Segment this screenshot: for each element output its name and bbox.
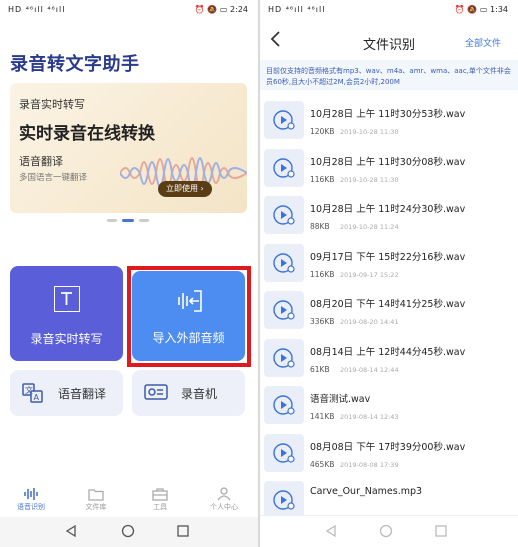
nav-back-icon[interactable] [64,524,78,538]
file-size: 465KB [310,459,335,469]
audio-file-icon [264,433,304,472]
audio-file-icon [264,243,304,282]
file-size: 141KB [310,412,335,421]
file-name: 10月28日 上午 11时24分30秒.wav [310,204,466,215]
recorder-tile[interactable]: 录音机 [132,370,245,416]
tab-label: 语音识别 [17,503,45,511]
home-screen: HD ⁴⁶ıll ⁴⁶ıll ⏰ 🔕 ▭ 2:24 录音转文字助手 录音实时转写… [0,0,258,547]
status-bar: HD ⁴⁶ıll ⁴⁶ıll ⏰ 🔕 ▭ 2:24 [0,0,258,22]
bottom-tab-bar: 语音识别 文件库 工具 个人中心 [0,484,258,520]
all-files-link[interactable]: 全部文件 [465,36,501,49]
file-recognition-screen: HD ⁴⁶ıll ⁴⁶ıll ⏰ 🔕 ▭ 1:34 文件识别 全部文件 目前仅支… [260,0,518,547]
file-date: 2019-10-28 11:24 [340,223,399,231]
banner-line3: 语音翻译 [19,155,63,168]
file-date: 2019-10-28 11:30 [340,175,399,184]
file-size: 61KB [310,364,330,374]
use-now-button[interactable]: 立即使用 › [158,181,212,197]
file-date: 2019-08-20 14:41 [340,318,399,326]
carousel-dot-active [122,219,134,222]
audio-file-icon [264,386,304,424]
tab-tools[interactable]: 工具 [135,484,185,512]
status-icons: ⏰ 🔕 ▭ [454,5,488,14]
nav-recents-icon[interactable] [176,524,190,538]
nav-back-icon[interactable] [324,524,338,538]
file-row[interactable]: 08月14日 上午 12时44分45秒.wav 61KB 2019-08-14 12… [260,334,518,382]
nav-home-icon[interactable] [379,524,393,538]
promo-banner[interactable]: 录音实时转写 实时录音在线转换 语音翻译 多国语言一键翻译 立即使用 › [10,83,247,213]
format-notice: 目前仅支持的音频格式有mp3、wav、m4a、amr、wma、aac,单个文件非… [260,60,518,90]
file-row[interactable]: 10月28日 上午 11时24分30秒.wav 88KB 2019-10-28 11… [260,191,518,239]
voice-translate-label: 语音翻译 [58,387,107,401]
voice-translate-tile[interactable]: 文 A 语音翻译 [10,370,123,416]
file-size: 88KB [310,222,330,231]
nav-home-icon[interactable] [121,524,135,538]
svg-text:A: A [34,393,40,402]
realtime-transcribe-tile[interactable]: 录音实时转写 [10,266,123,361]
file-name: 09月17日 下午 15时22分16秒.wav [310,251,466,263]
carousel-dots [107,219,151,223]
header-bar: 文件识别 全部文件 [260,22,518,60]
file-size: 120KB [310,127,335,136]
file-row[interactable]: 10月28日 上午 11时30分53秒.wav 120KB 2019-10-28 1… [260,96,518,144]
nav-recents-icon[interactable] [434,524,448,538]
audio-file-icon [264,196,304,234]
audio-file-icon [264,148,304,187]
tab-voice-recognition[interactable]: 语音识别 [6,484,56,512]
file-date: 2019-08-14 12:43 [340,413,399,421]
audio-file-icon [264,291,304,329]
file-row[interactable]: 08月08日 下午 17时39分00秒.wav 465KB 2019-08-08 1… [260,429,518,477]
tab-label: 文件库 [85,503,107,511]
audio-file-icon [264,338,304,377]
status-bar: HD ⁴⁶ıll ⁴⁶ıll ⏰ 🔕 ▭ 1:34 [260,0,518,22]
status-time: 2:24 [230,5,248,14]
tab-label: 个人中心 [210,503,238,511]
signal-icons: HD ⁴⁶ıll ⁴⁶ıll [268,5,326,14]
file-size: 116KB [310,269,335,279]
system-nav-bar [260,515,518,547]
toolbox-icon [152,488,168,501]
signal-icons: HD ⁴⁶ıll ⁴⁶ıll [8,5,66,14]
file-date: 2019-08-14 12:44 [340,365,399,374]
recorder-label: 录音机 [181,387,218,401]
svg-text:文: 文 [25,385,33,395]
file-name: 08月20日 下午 14时41分25秒.wav [310,299,466,310]
file-name: 语音测试.wav [310,394,371,405]
audio-file-icon [264,481,304,519]
carousel-dot [107,219,117,222]
status-time: 1:34 [490,5,508,14]
banner-line4: 多国语言一键翻译 [19,173,88,183]
banner-headline: 实时录音在线转换 [19,124,155,144]
file-name: 10月28日 上午 11时30分08秒.wav [310,156,466,168]
carousel-dot [139,219,149,222]
file-size: 336KB [310,317,335,326]
system-nav-bar [0,517,258,547]
file-name: 08月08日 下午 17时39分00秒.wav [310,441,466,453]
tab-profile[interactable]: 个人中心 [199,484,249,512]
text-frame-icon [54,286,80,312]
status-icons: ⏰ 🔕 ▭ [194,5,228,14]
file-date: 2019-09-17 15:22 [340,270,399,279]
file-row[interactable]: 10月28日 上午 11时30分08秒.wav 116KB 2019-10-28 1… [260,144,518,192]
audio-file-icon [264,101,304,139]
person-icon [217,487,231,501]
file-date: 2019-10-28 11:30 [340,128,399,136]
file-row[interactable]: 语音测试.wav 141KB 2019-08-14 12:43 [260,381,518,429]
file-name: 10月28日 上午 11时30分53秒.wav [310,109,466,120]
realtime-transcribe-label: 录音实时转写 [30,332,103,346]
banner-line1: 录音实时转写 [19,98,85,111]
app-title: 录音转文字助手 [10,54,140,75]
file-row[interactable]: 08月20日 下午 14时41分25秒.wav 336KB 2019-08-20 1… [260,286,518,334]
tab-label: 工具 [153,503,167,511]
voice-wave-icon [24,488,38,500]
folder-icon [88,489,104,501]
file-date: 2019-08-08 17:39 [340,460,399,469]
file-row[interactable]: 09月17日 下午 15时22分16秒.wav 116KB 2019-09-17 1… [260,239,518,287]
highlight-box [127,266,251,367]
file-name: 08月14日 上午 12时44分45秒.wav [310,346,466,358]
file-size: 116KB [310,174,335,184]
tab-file-library[interactable]: 文件库 [71,484,121,512]
recorder-icon [144,384,168,400]
translate-icon: 文 A [22,383,43,403]
file-name: Carve_Our_Names.mp3 [310,486,423,497]
